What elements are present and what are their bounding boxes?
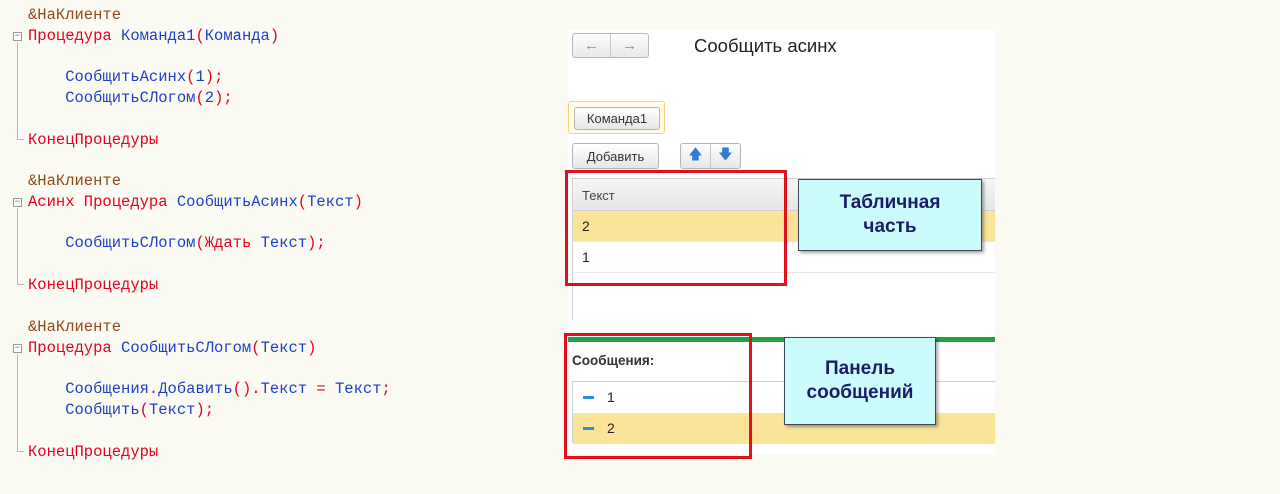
code-token: СообщитьАсинх xyxy=(28,68,187,86)
code-line: СообщитьАсинх(1); xyxy=(28,67,223,87)
code-token: = xyxy=(316,380,335,398)
code-token: Процедура xyxy=(28,339,122,357)
messages-panel-callout: Панель сообщений xyxy=(784,337,936,425)
code-token: Текст xyxy=(260,234,308,252)
navigation-buttons: ← → xyxy=(572,33,649,58)
code-token: Команда1 xyxy=(121,27,196,45)
code-line: Процедура Команда1(Команда) xyxy=(28,26,279,46)
fold-end-marker xyxy=(17,451,24,452)
code-token: &НаКлиенте xyxy=(28,318,122,336)
code-token: ( xyxy=(139,401,149,419)
table-highlight-box xyxy=(565,170,787,286)
code-token: ) xyxy=(353,193,363,211)
code-token: Текст xyxy=(260,339,308,357)
code-token: &НаКлиенте xyxy=(28,6,122,24)
code-line: Сообщения.Добавить().Текст = Текст; xyxy=(28,379,391,399)
callout-text: Панель xyxy=(824,358,896,379)
code-token: Команда xyxy=(204,27,270,45)
code-token: 1 xyxy=(195,68,205,86)
move-buttons: 🡅 🡇 xyxy=(680,143,741,169)
code-line: КонецПроцедуры xyxy=(28,442,158,462)
code-token: (). xyxy=(232,380,261,398)
callout-text: сообщений xyxy=(806,382,914,403)
code-line: Асинх Процедура СообщитьАсинх(Текст) xyxy=(28,192,363,212)
code-token: СообщитьСЛогом xyxy=(28,89,196,107)
callout-text: часть xyxy=(863,216,917,237)
code-token: ( xyxy=(195,234,205,252)
code-token: КонецПроцедуры xyxy=(28,131,159,149)
callout-text: Табличная xyxy=(839,192,941,213)
code-token: ; xyxy=(381,380,391,398)
table-part-callout: Табличная часть xyxy=(798,179,982,251)
code-line: Процедура СообщитьСЛогом(Текст) xyxy=(28,338,316,358)
code-token: Сообщить xyxy=(28,401,140,419)
code-token: ( xyxy=(195,89,205,107)
code-token: Асинх Процедура xyxy=(28,193,177,211)
fold-guide xyxy=(17,208,18,284)
code-token: 2 xyxy=(204,89,215,107)
code-line: КонецПроцедуры xyxy=(28,275,158,295)
code-token: &НаКлиенте xyxy=(28,172,122,190)
code-token: КонецПроцедуры xyxy=(28,276,159,294)
code-token: СообщитьАсинх xyxy=(176,193,298,211)
command1-button[interactable]: Команда1 xyxy=(574,107,660,130)
form-title: Сообщить асинх xyxy=(694,35,837,56)
code-token: ); xyxy=(204,68,224,86)
back-arrow-icon[interactable]: ← xyxy=(573,34,610,57)
code-line: СообщитьСЛогом(2); xyxy=(28,88,233,108)
code-token: СообщитьСЛогом xyxy=(121,339,252,357)
move-up-icon[interactable]: 🡅 xyxy=(681,144,710,168)
code-line: Сообщить(Текст); xyxy=(28,400,214,420)
code-token: ( xyxy=(297,193,308,211)
code-token: ( xyxy=(195,27,205,45)
fold-end-marker xyxy=(17,139,24,140)
code-token: . xyxy=(148,380,159,398)
code-token: Процедура xyxy=(28,27,122,45)
forward-arrow-icon[interactable]: → xyxy=(610,34,648,57)
code-token: ); xyxy=(195,401,215,419)
code-line: &НаКлиенте xyxy=(28,171,121,191)
code-token: СообщитьСЛогом xyxy=(28,234,196,252)
code-line: КонецПроцедуры xyxy=(28,130,158,150)
fold-toggle-icon[interactable]: − xyxy=(13,32,22,41)
code-token: Добавить xyxy=(158,380,233,398)
code-line: СообщитьСЛогом(Ждать Текст); xyxy=(28,233,326,253)
code-token: Текст xyxy=(334,380,382,398)
code-editor[interactable]: &НаКлиенте Процедура Команда1(Команда) Со… xyxy=(0,0,520,494)
code-token: ) xyxy=(307,339,317,357)
command-button-frame: Команда1 xyxy=(568,101,665,134)
code-token: ); xyxy=(214,89,233,107)
code-token: ); xyxy=(307,234,326,252)
fold-toggle-icon[interactable]: − xyxy=(13,344,22,353)
code-token: КонецПроцедуры xyxy=(28,443,159,461)
move-down-icon[interactable]: 🡇 xyxy=(710,144,740,168)
code-line: &НаКлиенте xyxy=(28,5,121,25)
fold-end-marker xyxy=(17,284,24,285)
code-token: ) xyxy=(269,27,280,45)
code-line: &НаКлиенте xyxy=(28,317,121,337)
add-button[interactable]: Добавить xyxy=(572,143,659,169)
messages-highlight-box xyxy=(564,333,752,459)
fold-guide xyxy=(17,42,18,139)
code-token: Ждать xyxy=(204,234,261,252)
code-token: Текст xyxy=(148,401,196,419)
code-token: Сообщения xyxy=(28,380,149,398)
fold-guide xyxy=(17,354,18,451)
code-token: Текст xyxy=(307,193,354,211)
code-token: Текст xyxy=(260,380,317,398)
code-token: ( xyxy=(251,339,261,357)
fold-toggle-icon[interactable]: − xyxy=(13,198,22,207)
